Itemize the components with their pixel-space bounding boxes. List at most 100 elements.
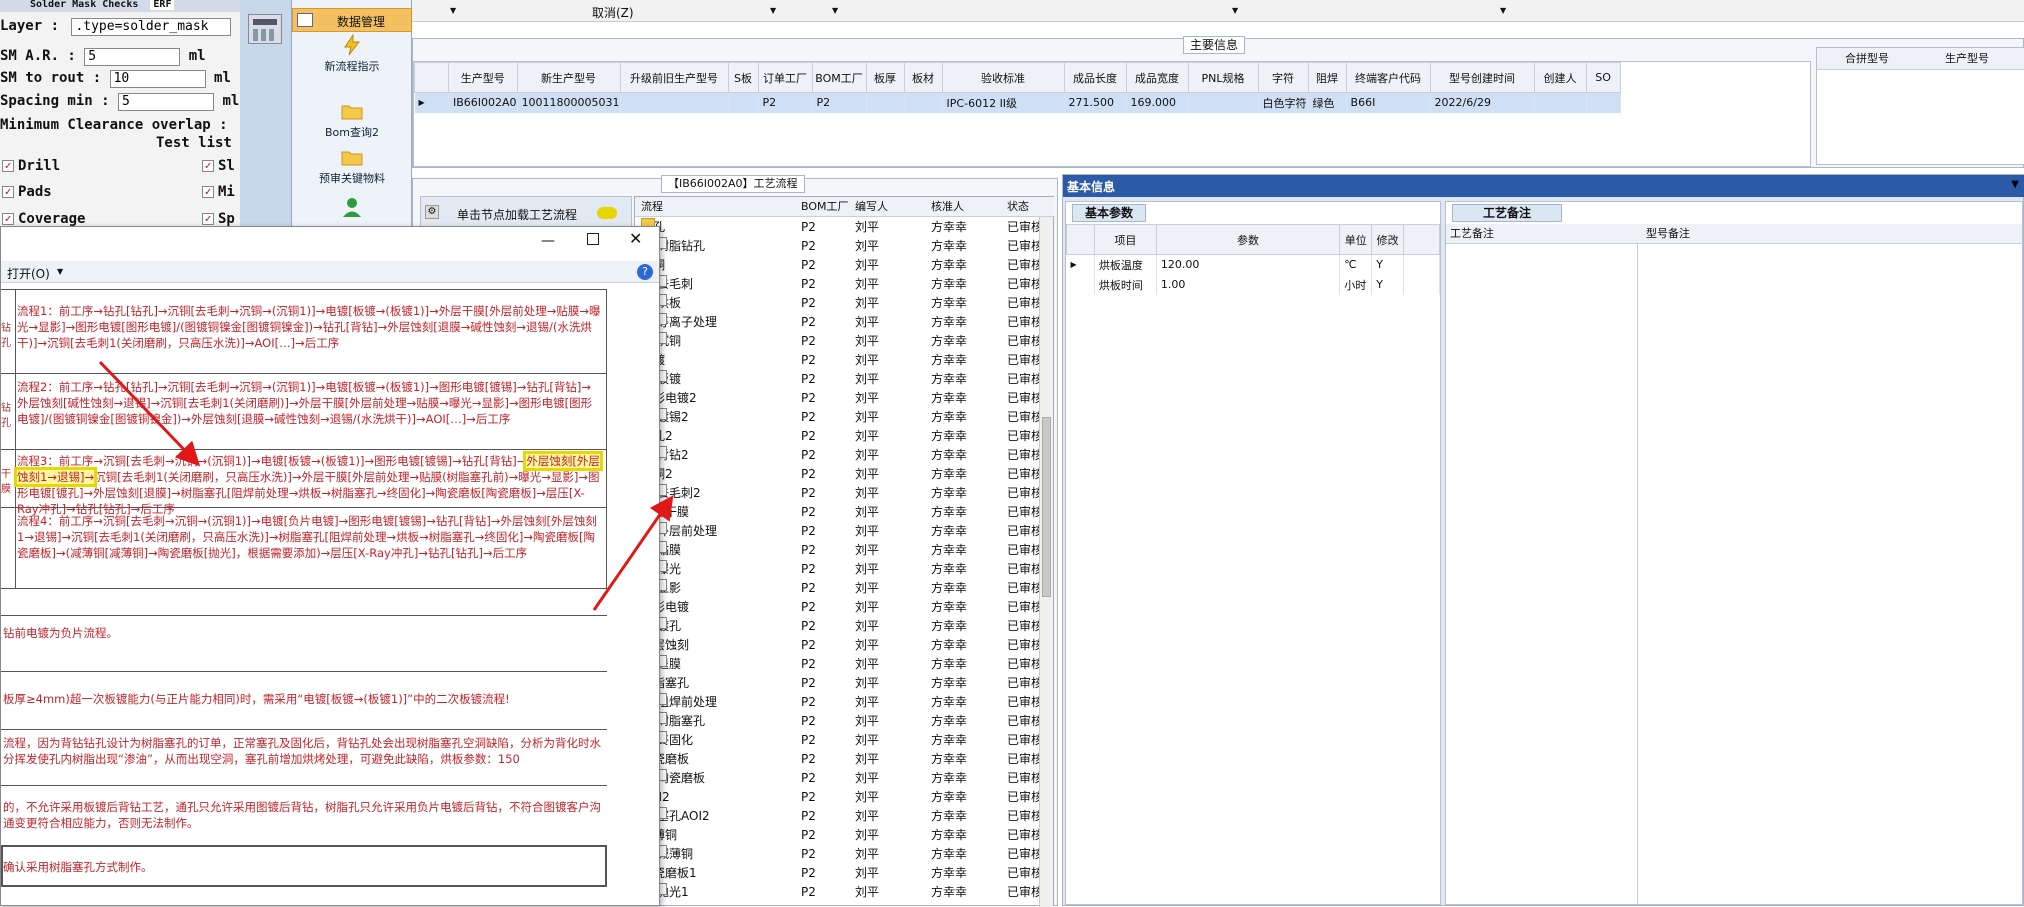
- column-header[interactable]: 阻焊: [1307, 62, 1347, 93]
- column-header[interactable]: 升级前旧生产型号: [619, 62, 729, 93]
- sm-ar-input[interactable]: [84, 47, 181, 66]
- tree-row[interactable]: 塞孔AOI2 P2 刘平 方幸幸 已审核: [635, 807, 1055, 826]
- menu-bom-query[interactable]: Bom查询2: [292, 100, 412, 140]
- tree-row[interactable]: 镀孔 P2 刘平 方幸幸 已审核: [635, 617, 1055, 636]
- tree-row[interactable]: 外层前处理 P2 刘平 方幸幸 已审核: [635, 522, 1055, 541]
- tab-params[interactable]: 基本参数: [1072, 204, 1147, 222]
- tree-row[interactable]: 陶瓷磨板 P2 刘平 方幸幸 已审核: [635, 769, 1055, 788]
- chevron-down-icon[interactable]: ▼: [57, 267, 63, 276]
- checkbox-icon[interactable]: ✓: [2, 160, 14, 172]
- table-row[interactable]: ▶ 烘板温度 120.00 ℃ Y: [1066, 254, 1440, 275]
- chevron-down-icon[interactable]: ▼: [450, 6, 456, 15]
- chevron-down-icon[interactable]: ▼: [1232, 6, 1238, 15]
- tree-row[interactable]: 钻孔2P2刘平方幸幸已审核: [635, 427, 1055, 446]
- tree-row[interactable]: 沉铜P2刘平方幸幸已审核: [635, 256, 1055, 275]
- tree-row[interactable]: 显影 P2 刘平 方幸幸 已审核: [635, 579, 1055, 598]
- tree-row[interactable]: 背钻2 P2 刘平 方幸幸 已审核: [635, 446, 1055, 465]
- column-header[interactable]: 终端客户代码: [1345, 62, 1431, 93]
- close-icon[interactable]: ✕: [629, 229, 642, 248]
- column-header[interactable]: 板材: [903, 62, 943, 93]
- check-sl[interactable]: ✓ Sl: [202, 156, 235, 176]
- column-header[interactable]: 新生产型号: [516, 62, 621, 93]
- tree-row[interactable]: 树脂塞孔 P2 刘平 方幸幸 已审核: [635, 674, 1055, 693]
- tree-row[interactable]: 抛光1 P2 刘平 方幸幸 已审核: [635, 883, 1055, 902]
- table-row[interactable]: 烘板时间 1.00 小时 Y: [1066, 274, 1440, 295]
- table-row[interactable]: ▶ IB66I002A0 10011800005031 P2 P2 IPC-6012 II…: [414, 92, 1621, 113]
- tree-row[interactable]: 树脂钻孔 P2 刘平 方幸幸 已审核: [635, 237, 1055, 256]
- menu-database[interactable]: 数据管理: [292, 8, 412, 32]
- tree-row[interactable]: 沉铜P2刘平方幸幸已审核: [635, 332, 1055, 351]
- tree-row[interactable]: 电镀P2刘平方幸幸已审核: [635, 351, 1055, 370]
- tree-row[interactable]: 镀锡2 P2 刘平 方幸幸 已审核: [635, 408, 1055, 427]
- tree-scrollbar[interactable]: [1039, 217, 1053, 907]
- check-pads[interactable]: ✓ Pads: [2, 182, 52, 202]
- param-value[interactable]: 120.00: [1156, 254, 1341, 275]
- open-menu[interactable]: 打开(O): [7, 265, 50, 282]
- column-header[interactable]: SO: [1585, 62, 1621, 93]
- tree-row[interactable]: 烘板 P2 刘平 方幸幸 已审核: [635, 294, 1055, 313]
- tree-row[interactable]: 陶瓷磨板1 P2 刘平 方幸幸 已审核: [635, 864, 1055, 883]
- tree-row[interactable]: 陶瓷磨板 P2 刘平 方幸幸 已审核: [635, 750, 1055, 769]
- checkbox-icon[interactable]: ✓: [2, 213, 14, 225]
- load-flow-hint[interactable]: ⚙ 单击节点加载工艺流程: [420, 196, 632, 230]
- tree-row[interactable]: 阻焊前处理 P2 刘平 方幸幸 已审核: [635, 693, 1055, 712]
- tree-row[interactable]: 减薄铜P2刘平方幸幸已审核: [635, 845, 1055, 864]
- checkbox-icon[interactable]: ✓: [2, 186, 14, 198]
- column-header[interactable]: 验收标准: [941, 62, 1065, 93]
- menu-new-flow[interactable]: 新流程指示: [292, 34, 412, 74]
- tree-row[interactable]: 去毛刺2 P2 刘平 方幸幸 已审核: [635, 484, 1055, 503]
- param-value[interactable]: 1.00: [1156, 274, 1341, 295]
- column-header[interactable]: PNL规格: [1187, 62, 1259, 93]
- process-note-box[interactable]: [1446, 244, 1638, 904]
- process-tree[interactable]: 流程 BOM工厂 编写人 核准人 状态 钻孔P2刘平方幸幸已审核树脂钻孔P2刘平…: [634, 196, 1055, 907]
- tree-row[interactable]: AOI2P2刘平方幸幸已审核: [635, 788, 1055, 807]
- tab-notes[interactable]: 工艺备注: [1452, 204, 1563, 222]
- tree-row[interactable]: 外层干膜 P2 刘平 方幸幸 已审核: [635, 503, 1055, 522]
- column-header[interactable]: 字符: [1257, 62, 1309, 93]
- tree-row[interactable]: 图形电镀2 P2 刘平 方幸幸 已审核: [635, 389, 1055, 408]
- tree-row[interactable]: 板镀 P2 刘平 方幸幸 已审核: [635, 370, 1055, 389]
- column-header[interactable]: BOM工厂: [811, 62, 867, 93]
- help-icon[interactable]: ?: [637, 264, 653, 280]
- checkbox-icon[interactable]: ✓: [202, 213, 214, 225]
- tree-row[interactable]: 沉铜2P2刘平方幸幸已审核: [635, 465, 1055, 484]
- tree-row[interactable]: 去毛刺 P2 刘平 方幸幸 已审核: [635, 275, 1055, 294]
- column-header[interactable]: 成品宽度: [1125, 62, 1189, 93]
- spacing-input[interactable]: [118, 92, 215, 111]
- tree-row[interactable]: 曝光 P2 刘平 方幸幸 已审核: [635, 560, 1055, 579]
- calculator-icon[interactable]: [248, 14, 282, 44]
- minimize-icon[interactable]: —: [541, 233, 555, 249]
- check-drill[interactable]: ✓ Drill: [2, 156, 60, 176]
- solder-tab-erf[interactable]: ERF: [150, 0, 175, 10]
- column-header[interactable]: 型号创建时间: [1429, 62, 1535, 93]
- column-header[interactable]: S板: [727, 62, 759, 93]
- chevron-down-icon[interactable]: ▼: [2011, 179, 2019, 190]
- maximize-icon[interactable]: [587, 233, 599, 245]
- layer-input[interactable]: [71, 17, 232, 36]
- column-header[interactable]: 板厚: [865, 62, 905, 93]
- gear-icon[interactable]: ⚙: [425, 205, 439, 219]
- menu-user[interactable]: [292, 196, 412, 220]
- tree-row[interactable]: 终固化 P2 刘平 方幸幸 已审核: [635, 731, 1055, 750]
- column-header[interactable]: 成品长度: [1063, 62, 1127, 93]
- column-header[interactable]: 生产型号: [448, 62, 518, 93]
- tree-row[interactable]: 外层蚀刻 P2 刘平 方幸幸 已审核: [635, 636, 1055, 655]
- tree-row[interactable]: 树脂塞孔 P2 刘平 方幸幸 已审核: [635, 712, 1055, 731]
- cancel-menu[interactable]: 取消(Z): [592, 4, 634, 21]
- check-mi[interactable]: ✓ Mi: [202, 182, 235, 202]
- menu-preaudit[interactable]: 预审关键物料: [292, 146, 412, 186]
- tree-row[interactable]: 钻孔P2刘平方幸幸已审核: [635, 218, 1055, 237]
- tree-row[interactable]: 贴膜 P2 刘平 方幸幸 已审核: [635, 541, 1055, 560]
- checkbox-icon[interactable]: ✓: [202, 160, 214, 172]
- chevron-down-icon[interactable]: ▼: [770, 6, 776, 15]
- tree-row[interactable]: 等离子处理 P2 刘平 方幸幸 已审核: [635, 313, 1055, 332]
- checkbox-icon[interactable]: ✓: [202, 186, 214, 198]
- tree-row[interactable]: 减薄铜P2刘平方幸幸已审核: [635, 826, 1055, 845]
- column-header[interactable]: 创建人: [1533, 62, 1587, 93]
- tree-row[interactable]: 退膜 P2 刘平 方幸幸 已审核: [635, 655, 1055, 674]
- tree-row[interactable]: 图形电镀 P2 刘平 方幸幸 已审核: [635, 598, 1055, 617]
- chevron-down-icon[interactable]: ▼: [1500, 6, 1506, 15]
- chevron-down-icon[interactable]: ▼: [832, 6, 838, 15]
- sm-rout-input[interactable]: [109, 69, 206, 88]
- column-header[interactable]: 订单工厂: [757, 62, 813, 93]
